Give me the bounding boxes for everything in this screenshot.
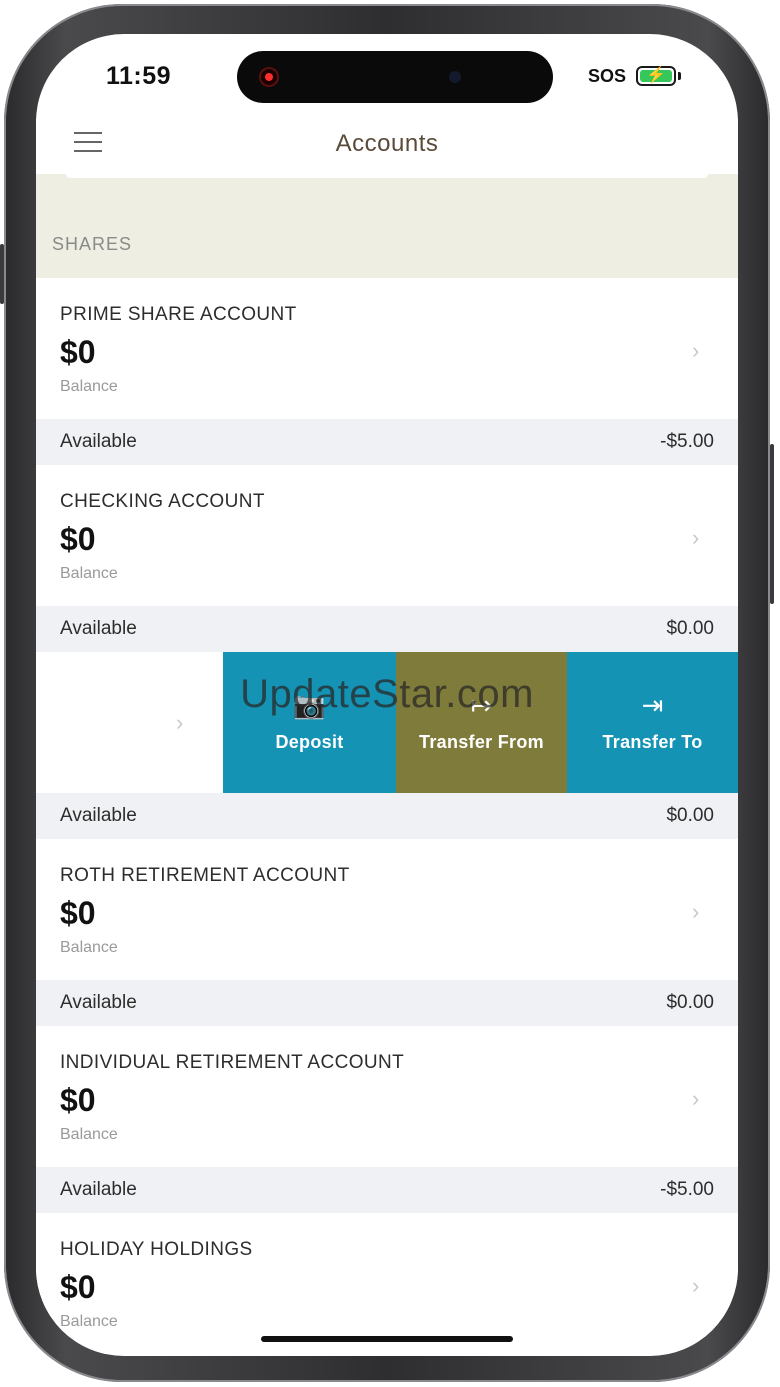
status-time: 11:59 [106, 62, 172, 90]
home-indicator[interactable] [261, 1336, 513, 1342]
transfer-from-label: Transfer From [419, 732, 544, 752]
available-row: Available -$5.00 [36, 1167, 738, 1213]
recording-indicator-icon [259, 67, 279, 87]
balance-label: Balance [60, 1126, 118, 1143]
account-balance: $0 [60, 1082, 96, 1118]
account-balance: $0 [60, 895, 96, 931]
balance-label: Balance [60, 565, 118, 582]
available-label: Available [60, 1179, 137, 1200]
page-title: Accounts [335, 130, 439, 157]
accounts-list: PRIME SHARE ACCOUNT $0 Balance › Availab… [36, 278, 738, 1354]
available-row: Available -$5.00 [36, 419, 738, 465]
status-bar: 11:59 SOS ⚡ [36, 34, 738, 130]
available-label: Available [60, 992, 137, 1013]
balance-label: Balance [60, 378, 118, 395]
phone-screen: 11:59 SOS ⚡ Accounts SHARES PRIME SHARE … [36, 34, 738, 1356]
account-name: CHECKING ACCOUNT [60, 491, 265, 512]
available-value: -$5.00 [660, 431, 714, 452]
section-header: SHARES [36, 174, 738, 278]
nav-bar: Accounts [36, 118, 738, 174]
card-edge [66, 174, 708, 178]
deposit-label: Deposit [275, 732, 344, 752]
side-button [770, 444, 774, 604]
deposit-button[interactable]: 📷 Deposit [223, 652, 396, 793]
account-balance: $0 [60, 1269, 96, 1305]
available-value: $0.00 [666, 618, 714, 639]
section-label: SHARES [52, 234, 133, 254]
account-row-prime-share[interactable]: PRIME SHARE ACCOUNT $0 Balance › [36, 278, 738, 419]
chevron-right-icon: › [692, 1273, 700, 1298]
balance-label: Balance [60, 1313, 118, 1330]
balance-label: Balance [60, 939, 118, 956]
available-value: $0.00 [666, 805, 714, 826]
available-row: Available $0.00 [36, 980, 738, 1026]
available-value: -$5.00 [660, 1179, 714, 1200]
account-row-roth-retirement[interactable]: ROTH RETIREMENT ACCOUNT $0 Balance › [36, 839, 738, 980]
charging-icon: ⚡ [646, 67, 666, 84]
account-row-holiday-holdings[interactable]: HOLIDAY HOLDINGS $0 Balance › [36, 1213, 738, 1354]
available-label: Available [60, 431, 137, 452]
front-camera-icon [449, 71, 461, 83]
account-name: HOLIDAY HOLDINGS [60, 1239, 253, 1260]
available-label: Available [60, 618, 137, 639]
battery-icon: ⚡ [636, 66, 676, 86]
volume-button [0, 244, 4, 304]
account-balance: $0 [60, 521, 96, 557]
account-balance: $0 [60, 334, 96, 370]
chevron-right-icon: › [692, 1086, 700, 1111]
available-row: Available $0.00 [36, 793, 738, 839]
battery-tip [678, 72, 681, 80]
transfer-to-icon: ⇥ [641, 690, 664, 720]
account-name: INDIVIDUAL RETIREMENT ACCOUNT [60, 1052, 405, 1073]
chevron-right-icon: › [692, 899, 700, 924]
chevron-right-icon: › [176, 710, 184, 735]
account-name: PRIME SHARE ACCOUNT [60, 304, 297, 325]
available-label: Available [60, 805, 137, 826]
carrier-status: SOS [588, 66, 627, 86]
chevron-right-icon: › [692, 338, 700, 363]
dynamic-island [237, 51, 553, 103]
transfer-to-label: Transfer To [602, 732, 703, 752]
transfer-to-button[interactable]: ⇥ Transfer To [567, 652, 738, 793]
camera-icon: 📷 [293, 690, 326, 720]
available-row: Available $0.00 [36, 606, 738, 652]
account-row-individual-retirement[interactable]: INDIVIDUAL RETIREMENT ACCOUNT $0 Balance… [36, 1026, 738, 1167]
transfer-from-button[interactable]: ↦ Transfer From [396, 652, 567, 793]
chevron-right-icon: › [692, 525, 700, 550]
transfer-from-icon: ↦ [470, 690, 493, 720]
available-value: $0.00 [666, 992, 714, 1013]
account-name: ROTH RETIREMENT ACCOUNT [60, 865, 350, 886]
account-row-swiped[interactable]: › 📷 Deposit ↦ Transfer From ⇥ Transfer T… [36, 652, 738, 793]
account-row-checking[interactable]: CHECKING ACCOUNT $0 Balance › [36, 465, 738, 606]
